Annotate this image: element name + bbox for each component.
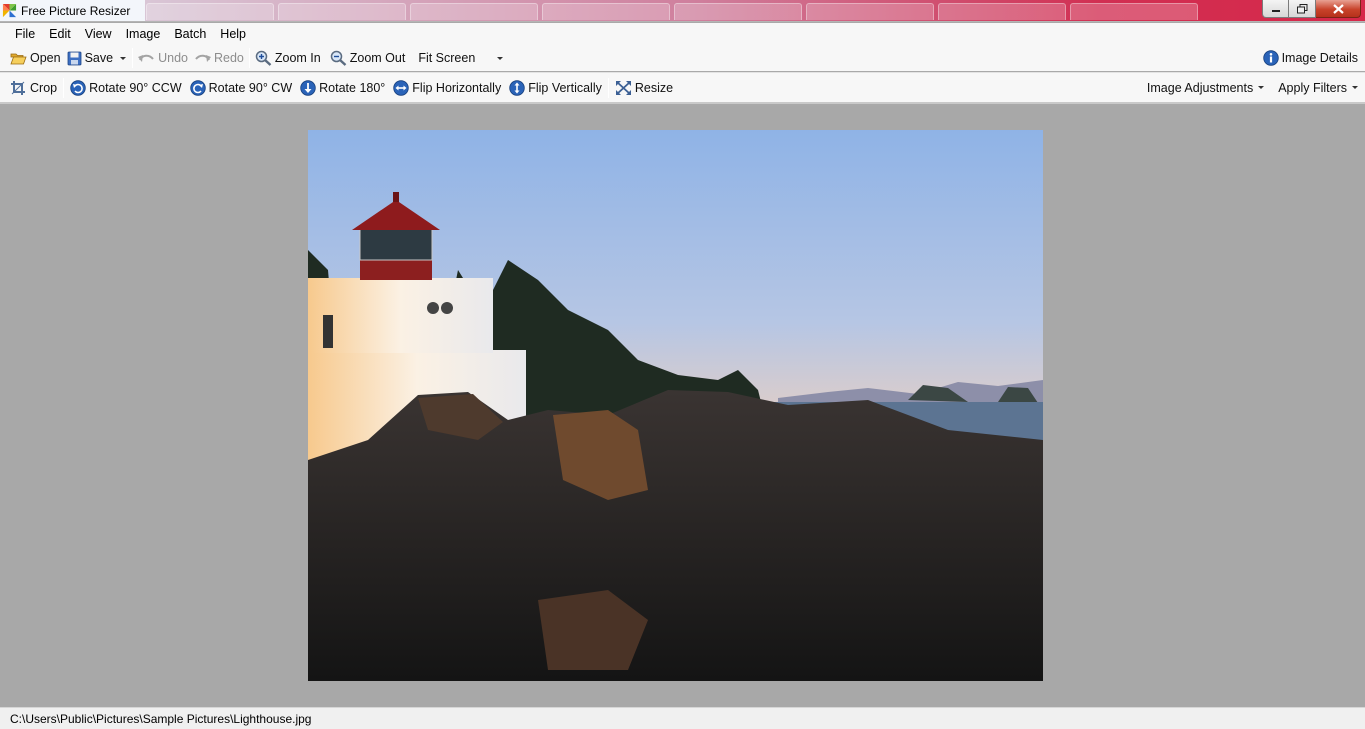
info-icon — [1262, 50, 1279, 66]
image-canvas[interactable] — [0, 106, 1365, 707]
resize-arrows-icon — [615, 80, 631, 95]
zoom-mode-select[interactable]: Fit Screen — [414, 48, 506, 68]
restore-button[interactable] — [1289, 0, 1316, 18]
crop-button[interactable]: Crop — [7, 77, 60, 99]
image-adjustments-dropdown[interactable]: Image Adjustments — [1144, 77, 1267, 99]
chevron-down-icon — [120, 56, 127, 60]
rotate-ccw-button[interactable]: Rotate 90° CCW — [67, 77, 185, 99]
flip-vertically-button[interactable]: Flip Vertically — [506, 77, 605, 99]
background-tab — [278, 3, 406, 20]
toolbar-separator — [63, 77, 65, 98]
rotate-ccw-label: Rotate 90° CCW — [89, 80, 182, 95]
chevron-down-icon — [1352, 86, 1358, 89]
menu-batch[interactable]: Batch — [167, 27, 213, 41]
undo-label: Undo — [158, 51, 188, 65]
open-button[interactable]: Open — [7, 47, 64, 69]
flip-vertical-icon — [509, 79, 525, 96]
rotate-180-label: Rotate 180° — [319, 80, 386, 95]
save-button[interactable]: Save — [64, 47, 114, 69]
background-tab — [542, 3, 670, 20]
redo-label: Redo — [213, 51, 244, 65]
crop-label: Crop — [30, 80, 58, 95]
folder-open-icon — [10, 53, 27, 64]
undo-button[interactable]: Undo — [135, 47, 191, 69]
close-button[interactable] — [1316, 0, 1361, 18]
toolbar-separator — [248, 48, 250, 68]
background-tab — [1070, 3, 1198, 20]
zoom-in-button[interactable]: Zoom In — [252, 47, 324, 69]
open-label: Open — [30, 51, 61, 65]
menu-help[interactable]: Help — [213, 27, 253, 41]
menu-edit[interactable]: Edit — [42, 27, 78, 41]
redo-icon — [195, 54, 211, 62]
background-tab — [146, 3, 274, 20]
zoom-in-label: Zoom In — [274, 51, 321, 65]
toolbar-separator — [607, 77, 609, 98]
rotate-cw-button[interactable]: Rotate 90° CW — [187, 77, 296, 99]
rotate-180-icon — [300, 79, 316, 96]
background-tab — [410, 3, 538, 20]
minimize-icon — [1271, 9, 1280, 12]
flip-horizontal-icon — [393, 79, 409, 96]
zoom-out-icon — [330, 50, 347, 66]
background-tab — [938, 3, 1066, 20]
minimize-button[interactable] — [1262, 0, 1289, 18]
flip-horizontally-label: Flip Horizontally — [412, 80, 502, 95]
menu-image[interactable]: Image — [119, 27, 168, 41]
resize-label: Resize — [634, 80, 674, 95]
zoom-mode-value: Fit Screen — [418, 51, 476, 65]
save-disk-icon — [67, 51, 81, 65]
restore-icon — [1296, 3, 1307, 13]
title-bar: Free Picture Resizer — [0, 0, 1365, 22]
status-bar: C:\Users\Public\Pictures\Sample Pictures… — [0, 707, 1365, 729]
image-details-label: Image Details — [1281, 51, 1358, 65]
main-toolbar: Open Save Undo Redo Zoom In Zoom Out Fit… — [0, 45, 1365, 71]
rotate-ccw-icon — [70, 79, 86, 96]
menu-file[interactable]: File — [8, 27, 42, 41]
image-adjustments-label: Image Adjustments — [1146, 80, 1254, 95]
resize-button[interactable]: Resize — [612, 77, 676, 99]
menu-view[interactable]: View — [78, 27, 119, 41]
chevron-down-icon — [497, 56, 504, 60]
crop-icon — [11, 80, 25, 95]
window-controls — [1262, 0, 1361, 18]
lighthouse-photo — [308, 130, 1043, 681]
save-dropdown-button[interactable] — [113, 47, 130, 69]
redo-button[interactable]: Redo — [191, 47, 247, 69]
chevron-down-icon — [1258, 86, 1265, 89]
close-icon — [1332, 3, 1344, 14]
background-tab — [806, 3, 934, 20]
background-tab — [674, 3, 802, 20]
undo-icon — [138, 54, 154, 62]
zoom-in-icon — [255, 50, 272, 66]
rotate-cw-label: Rotate 90° CW — [208, 80, 293, 95]
apply-filters-dropdown[interactable]: Apply Filters — [1275, 77, 1361, 99]
toolbar-separator — [132, 48, 134, 68]
app-pinwheel-icon — [2, 3, 17, 18]
window-title: Free Picture Resizer — [21, 4, 131, 18]
file-path: C:\Users\Public\Pictures\Sample Pictures… — [10, 711, 312, 726]
flip-vertically-label: Flip Vertically — [528, 80, 602, 95]
zoom-out-label: Zoom Out — [349, 51, 406, 65]
flip-horizontally-button[interactable]: Flip Horizontally — [390, 77, 504, 99]
rotate-180-button[interactable]: Rotate 180° — [297, 77, 388, 99]
image-details-button[interactable]: Image Details — [1260, 47, 1361, 69]
zoom-out-button[interactable]: Zoom Out — [327, 47, 409, 69]
apply-filters-label: Apply Filters — [1278, 80, 1347, 95]
edit-toolbar: Crop Rotate 90° CCW Rotate 90° CW Rotate… — [0, 72, 1365, 104]
save-label: Save — [84, 51, 114, 65]
menu-bar: File Edit View Image Batch Help — [0, 23, 1365, 45]
rotate-cw-icon — [189, 79, 206, 96]
